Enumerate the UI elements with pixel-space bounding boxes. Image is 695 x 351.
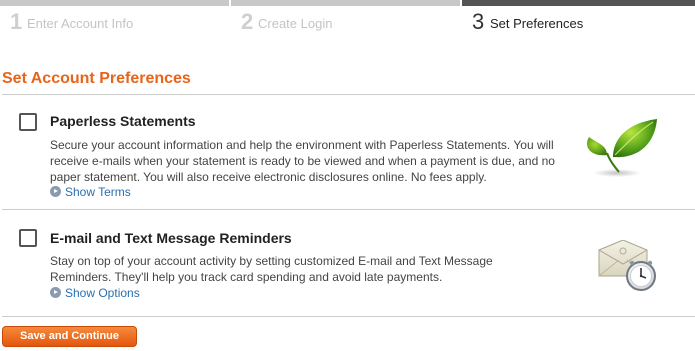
show-terms-link[interactable]: Show Terms [50, 184, 131, 200]
play-arrow-icon [50, 186, 61, 197]
option-description: Stay on top of your account activity by … [50, 254, 493, 284]
step-label: Create Login [258, 16, 333, 31]
link-label: Show Terms [65, 185, 131, 199]
link-label: Show Options [65, 286, 140, 300]
divider [2, 94, 695, 95]
step-number: 1 [10, 9, 23, 34]
option-description: Secure your account information and help… [50, 138, 555, 184]
option-title: Paperless Statements [50, 113, 196, 129]
option-title: E-mail and Text Message Reminders [50, 230, 292, 246]
step-label: Enter Account Info [27, 16, 134, 31]
step-label: Set Preferences [490, 16, 584, 31]
divider [2, 316, 695, 317]
reminders-checkbox[interactable] [19, 229, 37, 247]
play-arrow-icon [50, 287, 61, 298]
divider [2, 209, 695, 210]
step-number: 2 [241, 9, 254, 34]
show-options-link[interactable]: Show Options [50, 285, 140, 301]
save-and-continue-button[interactable]: Save and Continue [2, 326, 137, 347]
progress-stepper: 1 Enter Account Info 2 Create Login 3 Se… [0, 0, 695, 40]
step-bar [231, 0, 460, 6]
step-enter-account-info: 1 Enter Account Info [0, 0, 229, 40]
paperless-checkbox[interactable] [19, 113, 37, 131]
envelope-clock-icon [598, 240, 656, 291]
step-bar [462, 0, 695, 6]
leaf-icon [587, 119, 657, 177]
page-title: Set Account Preferences [2, 70, 191, 87]
step-bar [0, 0, 229, 6]
step-set-preferences: 3 Set Preferences [462, 0, 695, 40]
step-create-login: 2 Create Login [231, 0, 460, 40]
step-number: 3 [472, 9, 485, 34]
